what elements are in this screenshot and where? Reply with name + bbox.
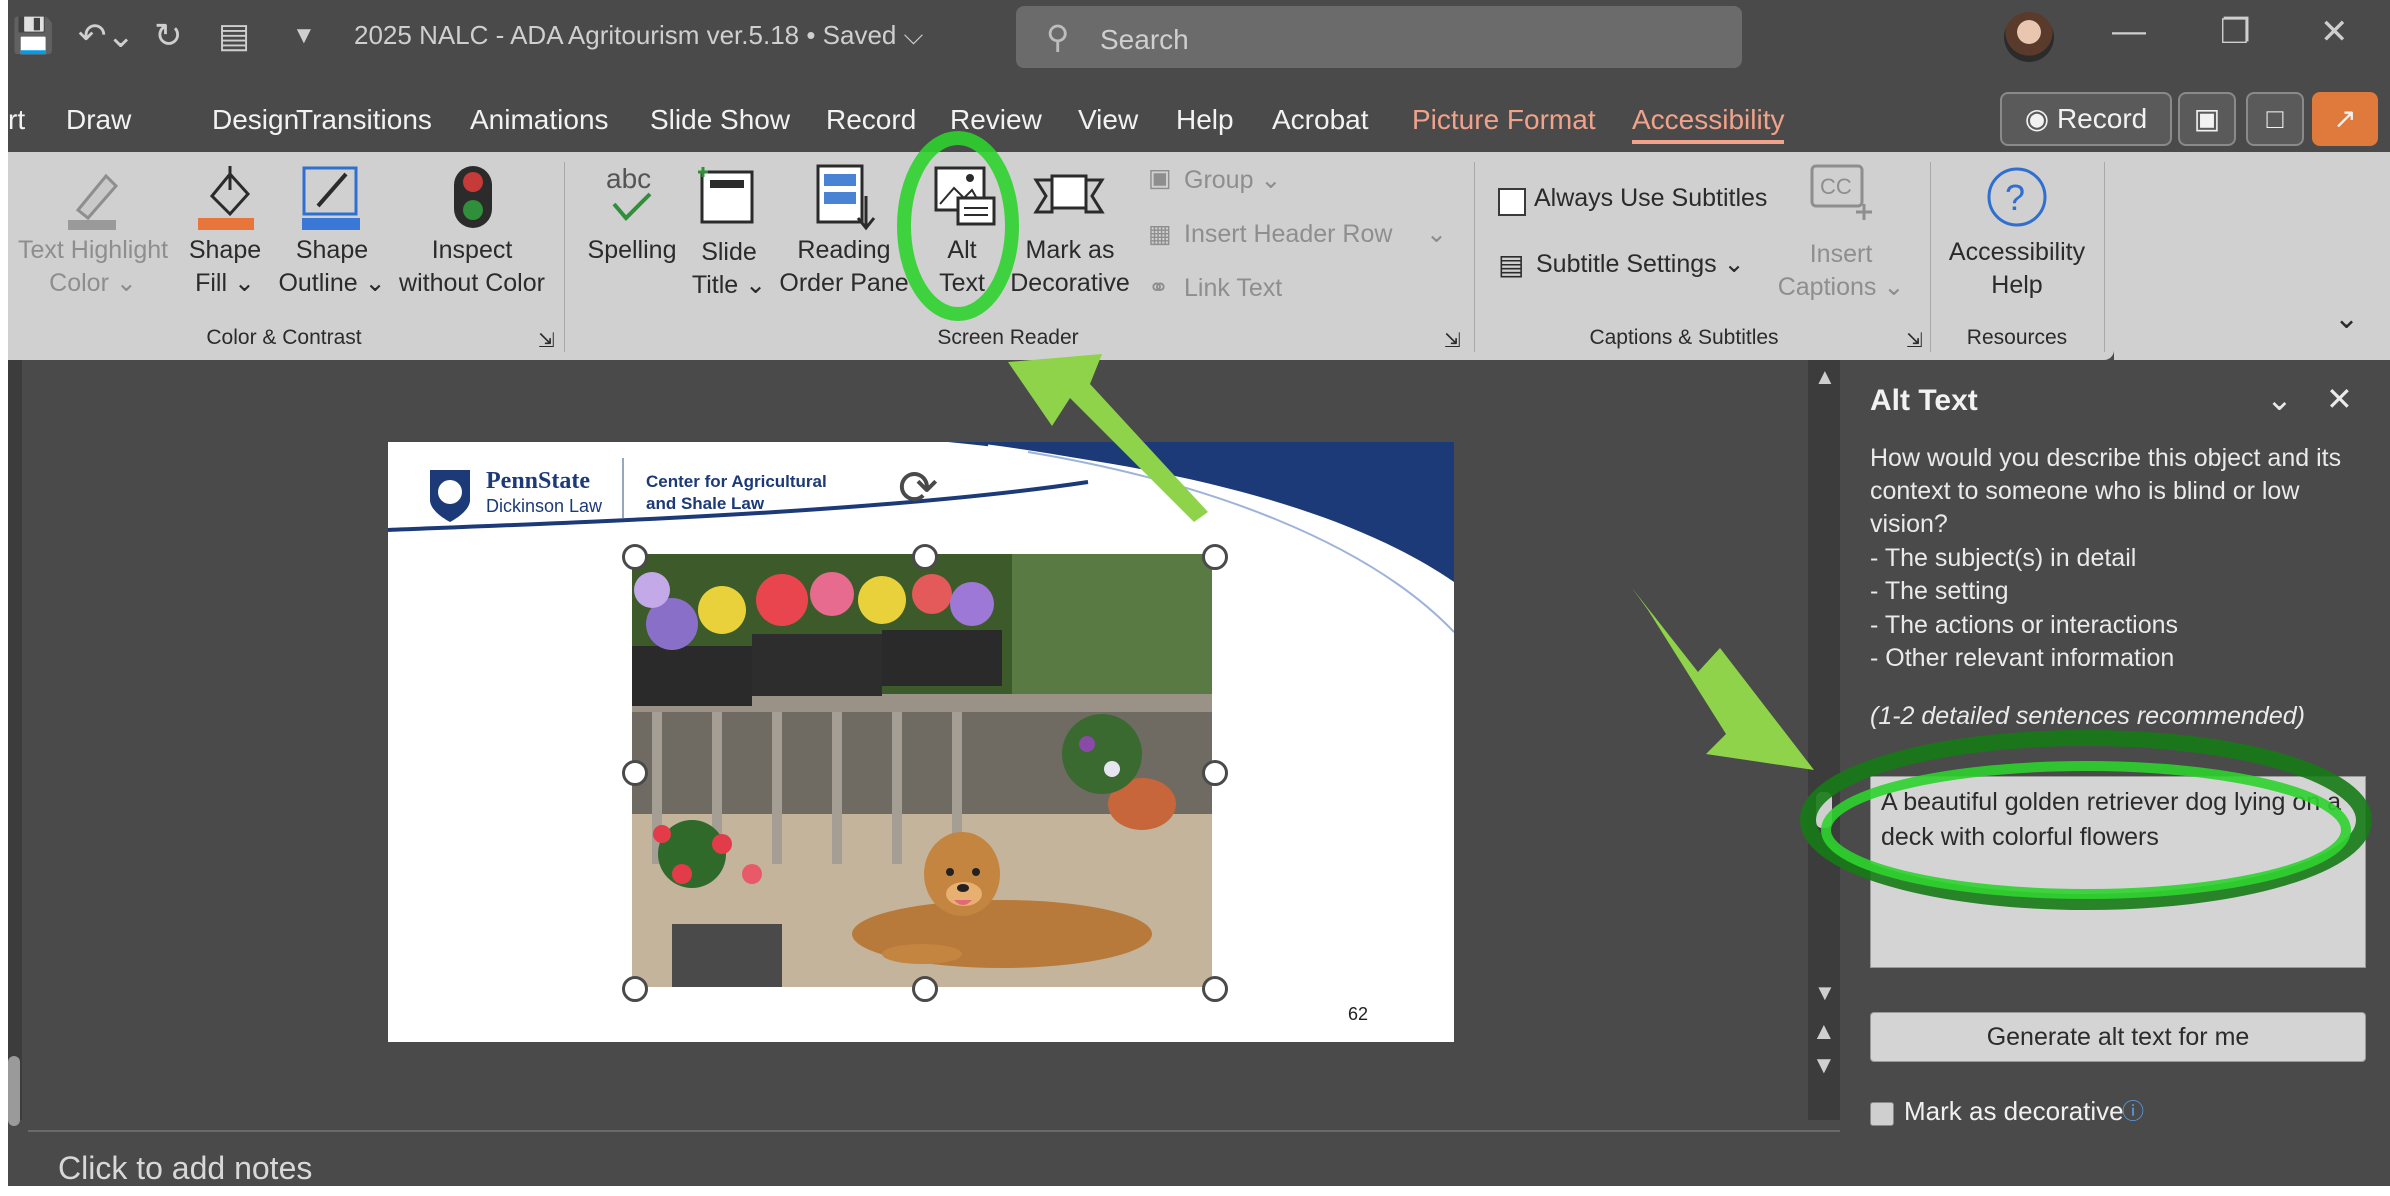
annotation-overlay: [897, 131, 2372, 910]
app-frame: 💾 ↶⌄ ↻ ▤ ▼ 2025 NALC - ADA Agritourism v…: [8, 0, 2390, 1196]
powerpoint-window: 💾 ↶⌄ ↻ ▤ ▼ 2025 NALC - ADA Agritourism v…: [0, 0, 2390, 1196]
screenshot-border: [0, 1186, 2390, 1196]
